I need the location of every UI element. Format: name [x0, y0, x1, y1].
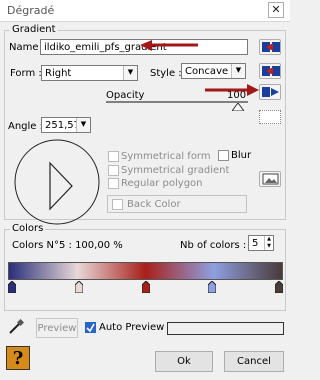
title-bar: Dégradé ✕	[0, 0, 290, 22]
close-button[interactable]: ✕	[268, 2, 284, 18]
ok-button-label: Ok	[177, 356, 191, 367]
color-stop-marker[interactable]	[141, 280, 151, 294]
preview-button[interactable]: Preview	[36, 318, 78, 338]
back-color-label: Back Color	[127, 199, 181, 210]
current-color-label: Colors N°5 : 100,00 %	[12, 240, 123, 251]
gradient-bar[interactable]	[8, 262, 283, 280]
blur-label: Blur	[231, 150, 252, 161]
angle-label: Angle :	[8, 121, 44, 132]
image-icon	[262, 173, 279, 185]
eyedropper-icon[interactable]	[8, 319, 24, 335]
regular-polygon-label: Regular polygon	[121, 178, 203, 189]
style-select[interactable]: Concave ▼	[181, 63, 246, 79]
form-label: Form :	[10, 68, 42, 79]
image-button[interactable]	[259, 171, 281, 187]
load-gradient-button[interactable]	[259, 84, 281, 100]
ok-button[interactable]: Ok	[155, 351, 213, 372]
nb-colors-label: Nb of colors :	[180, 240, 247, 251]
save-form-button[interactable]	[259, 63, 281, 79]
preview-button-label: Preview	[37, 323, 77, 334]
color-stops	[7, 280, 284, 295]
close-icon: ✕	[271, 3, 281, 16]
chevron-down-icon: ▼	[123, 66, 137, 80]
symmetrical-gradient-label: Symmetrical gradient	[121, 165, 230, 176]
opacity-slider-track[interactable]	[106, 101, 248, 103]
cancel-button[interactable]: Cancel	[224, 351, 284, 372]
color-stop-marker[interactable]	[7, 280, 17, 294]
spinner-arrows-icon: ▲ ▼	[264, 236, 273, 250]
help-button[interactable]: ?	[6, 346, 30, 370]
auto-preview-label: Auto Preview	[99, 322, 165, 333]
color-stop-marker[interactable]	[207, 280, 217, 294]
nb-colors-value: 5	[252, 238, 259, 249]
opacity-slider-thumb[interactable]	[232, 103, 244, 111]
save-gradient-icon	[262, 42, 280, 52]
cancel-button-label: Cancel	[237, 356, 271, 367]
symmetrical-form-checkbox[interactable]	[108, 151, 119, 162]
red-arrow-annotation-name	[140, 40, 198, 51]
back-color-checkbox[interactable]	[112, 199, 123, 210]
help-icon: ?	[12, 348, 24, 369]
chevron-down-icon: ▼	[231, 64, 245, 78]
save-gradient-button[interactable]	[259, 39, 281, 55]
preview-thumbnail-icon	[259, 110, 281, 124]
color-stop-marker[interactable]	[74, 280, 84, 294]
form-select[interactable]: Right ▼	[41, 65, 138, 81]
form-select-value: Right	[45, 68, 72, 79]
style-label: Style :	[150, 68, 182, 79]
auto-preview-checkbox[interactable]	[85, 322, 96, 333]
colors-group-label: Colors	[10, 223, 46, 234]
symmetrical-form-label: Symmetrical form	[121, 151, 211, 162]
triangle-form-icon	[49, 161, 73, 211]
chevron-down-icon: ▼	[76, 118, 90, 132]
load-gradient-icon	[262, 87, 279, 97]
gradient-form-preview[interactable]	[14, 139, 100, 225]
angle-select[interactable]: 251,57 ▼	[41, 117, 91, 133]
gradient-group-label: Gradient	[10, 24, 58, 35]
style-select-value: Concave	[185, 66, 229, 77]
blur-checkbox[interactable]	[218, 150, 229, 161]
window-title: Dégradé	[7, 4, 55, 17]
symmetrical-gradient-checkbox[interactable]	[108, 165, 119, 176]
angle-select-value: 251,57	[45, 120, 80, 131]
nb-colors-spinner[interactable]: 5 ▲ ▼	[248, 235, 274, 251]
red-arrow-annotation-load	[205, 84, 259, 96]
color-stop-marker[interactable]	[274, 280, 284, 294]
save-form-icon	[262, 66, 280, 76]
progress-bar	[167, 322, 284, 335]
opacity-label: Opacity	[106, 90, 145, 101]
checkmark-icon	[86, 323, 95, 332]
regular-polygon-checkbox[interactable]	[108, 178, 119, 189]
